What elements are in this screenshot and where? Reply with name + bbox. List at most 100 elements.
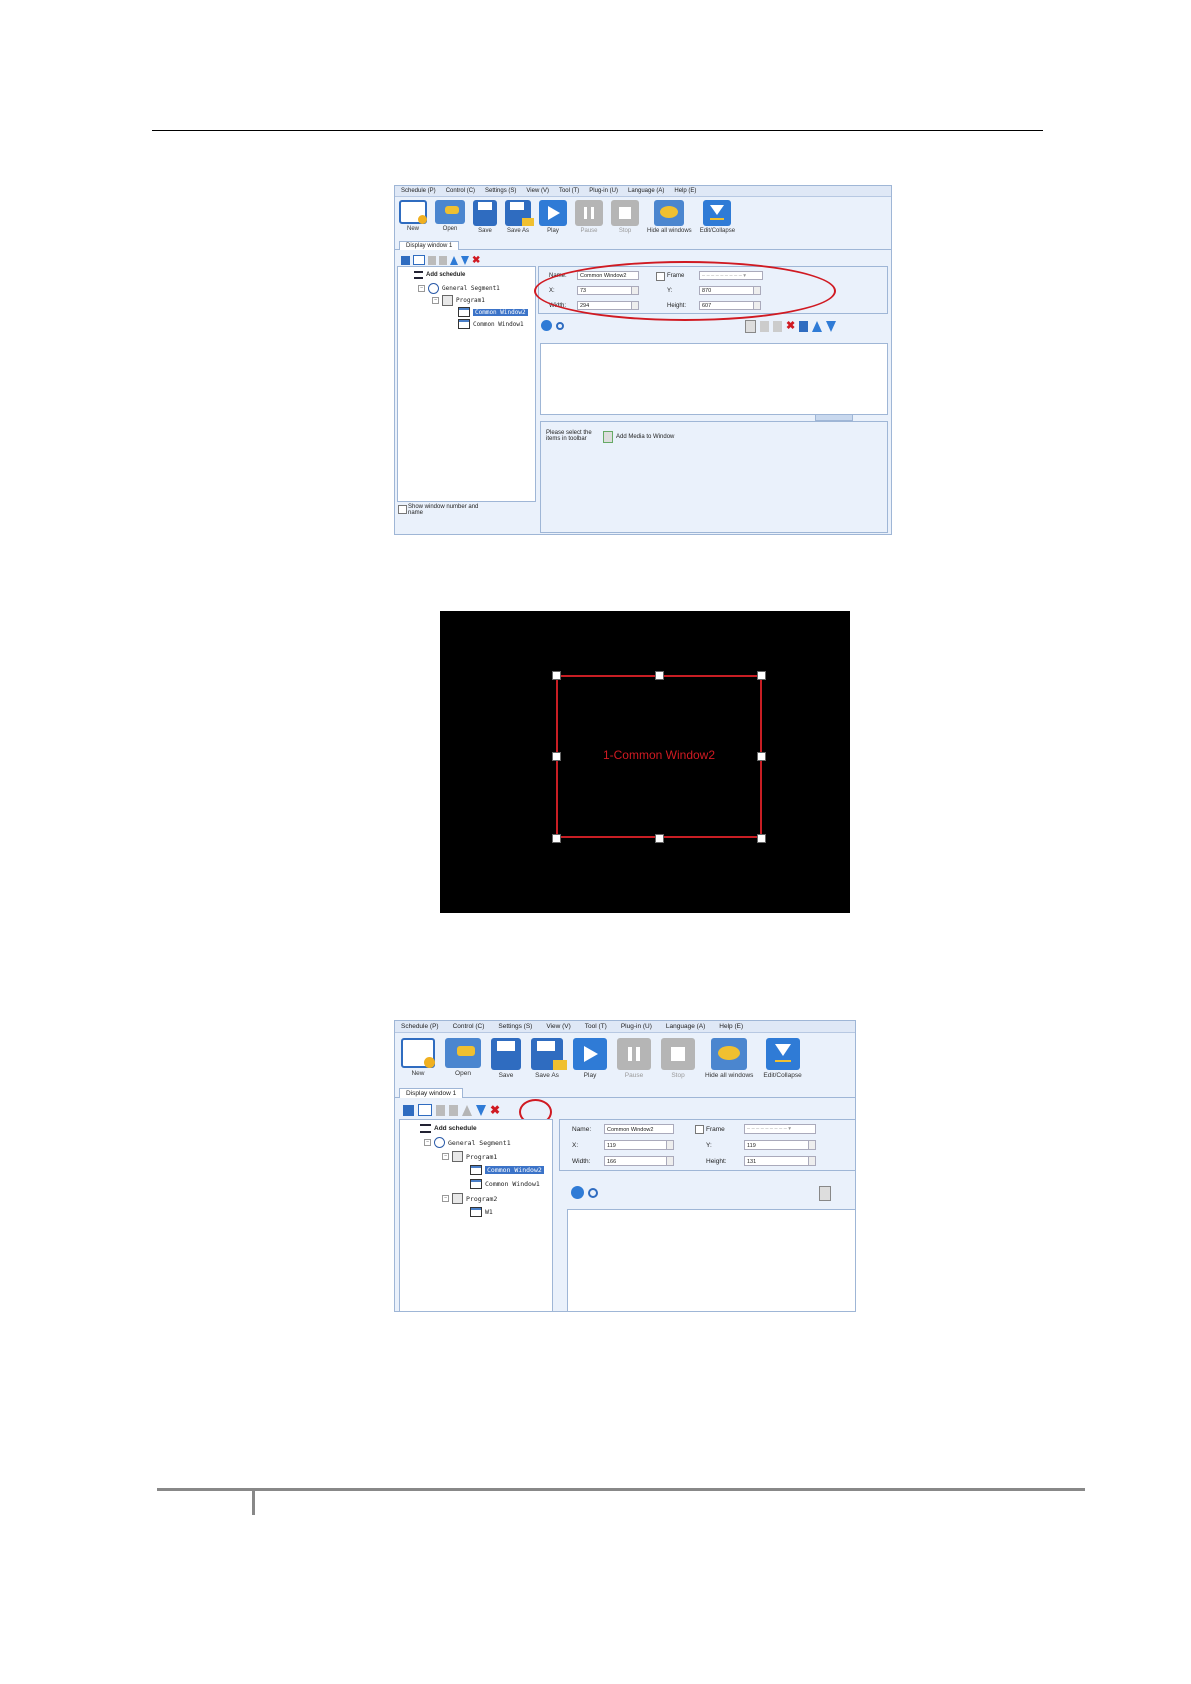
stop-button[interactable]: Stop [661, 1038, 695, 1079]
menu-language[interactable]: Language (A) [666, 1023, 705, 1030]
menu-language[interactable]: Language (A) [628, 188, 664, 194]
save-as-button[interactable]: Save As [505, 200, 534, 234]
add-window-icon[interactable] [413, 255, 425, 265]
save-button[interactable]: Save [473, 200, 497, 234]
menu-tool[interactable]: Tool (T) [585, 1023, 607, 1030]
collapse-toggle-icon[interactable]: − [432, 297, 439, 304]
hide-all-windows-button[interactable]: Hide all windows [705, 1038, 753, 1079]
delete-icon[interactable]: ✖ [472, 255, 480, 265]
search-icon[interactable] [556, 321, 564, 330]
tree-window-other[interactable]: Common Window1 [458, 319, 524, 329]
save-button[interactable]: Save [491, 1038, 521, 1079]
move-up-icon[interactable] [450, 255, 458, 265]
height-input[interactable]: 131 [744, 1156, 816, 1166]
copy-icon[interactable] [436, 1104, 445, 1116]
add-program-icon[interactable] [403, 1104, 414, 1116]
stop-button[interactable]: Stop [611, 200, 639, 234]
x-input[interactable]: 119 [604, 1140, 674, 1150]
x-spinner[interactable] [666, 1141, 673, 1149]
menu-help[interactable]: Help (E) [719, 1023, 743, 1030]
menu-schedule[interactable]: Schedule (P) [401, 1023, 439, 1030]
height-spinner[interactable] [808, 1157, 815, 1165]
new-button[interactable]: New [401, 1038, 435, 1077]
add-program-icon[interactable] [401, 255, 410, 265]
menu-schedule[interactable]: Schedule (P) [401, 188, 436, 194]
y-input[interactable]: 119 [744, 1140, 816, 1150]
resize-handle-br[interactable] [757, 834, 766, 843]
hide-all-windows-button[interactable]: Hide all windows [647, 200, 692, 234]
pause-button[interactable]: Pause [575, 200, 603, 234]
delete-icon[interactable]: ✖ [490, 1104, 500, 1116]
media-list[interactable] [540, 343, 888, 415]
play-button[interactable]: Play [539, 200, 567, 234]
open-button[interactable]: Open [435, 200, 465, 232]
name-input[interactable]: Common Window2 [604, 1124, 674, 1134]
menu-help[interactable]: Help (E) [674, 188, 696, 194]
collapse-toggle-icon[interactable]: − [442, 1153, 449, 1160]
menu-view[interactable]: View (V) [546, 1023, 570, 1030]
move-down-icon[interactable] [476, 1104, 486, 1116]
menu-plugin[interactable]: Plug-in (U) [621, 1023, 652, 1030]
edit-collapse-button[interactable]: Edit/Collapse [700, 200, 735, 234]
tree-program1[interactable]: − Program1 [442, 1151, 497, 1162]
open-button[interactable]: Open [445, 1038, 481, 1077]
move-down-media-icon[interactable] [826, 321, 837, 332]
paste-media-icon[interactable] [773, 321, 782, 332]
trash-icon[interactable] [799, 321, 809, 332]
tree-add-schedule[interactable]: Add schedule [414, 271, 465, 279]
clock-media-icon[interactable] [571, 1186, 584, 1199]
menu-view[interactable]: View (V) [526, 188, 549, 194]
add-media-window-icon[interactable] [603, 431, 613, 443]
edit-collapse-button[interactable]: Edit/Collapse [763, 1038, 802, 1079]
frame-checkbox[interactable] [695, 1125, 704, 1134]
collapse-toggle-icon[interactable]: − [442, 1195, 449, 1202]
pause-button[interactable]: Pause [617, 1038, 651, 1079]
resize-handle-tl[interactable] [552, 671, 561, 680]
tree-window-other[interactable]: Common Window1 [470, 1179, 540, 1189]
save-as-button[interactable]: Save As [531, 1038, 567, 1079]
play-button[interactable]: Play [573, 1038, 607, 1079]
splitter-handle[interactable] [815, 414, 853, 421]
tree-add-schedule[interactable]: Add schedule [420, 1124, 477, 1133]
clock-media-icon[interactable] [541, 320, 552, 331]
menu-plugin[interactable]: Plug-in (U) [589, 188, 618, 194]
add-window-icon[interactable] [418, 1104, 432, 1116]
copy-icon[interactable] [428, 255, 436, 265]
tree-window-selected[interactable]: Common Window2 [470, 1165, 544, 1175]
menu-control[interactable]: Control (C) [446, 188, 475, 194]
collapse-toggle-icon[interactable]: − [418, 285, 425, 292]
move-down-icon[interactable] [461, 255, 469, 265]
copy-media-icon[interactable] [760, 321, 769, 332]
add-media-icon[interactable] [745, 320, 756, 333]
width-spinner[interactable] [666, 1157, 673, 1165]
frame-style-select[interactable]: ‒ ‒ ‒ ‒ ‒ ‒ ‒ ‒ ‒ ▾ [744, 1124, 816, 1134]
tree-w1[interactable]: W1 [470, 1207, 493, 1217]
y-spinner[interactable] [808, 1141, 815, 1149]
paste-icon[interactable] [439, 255, 447, 265]
tree-program2[interactable]: − Program2 [442, 1193, 497, 1204]
add-media-icon[interactable] [819, 1186, 831, 1201]
delete-media-icon[interactable]: ✖ [786, 321, 795, 332]
resize-handle-bm[interactable] [655, 834, 664, 843]
media-list[interactable] [567, 1209, 855, 1311]
menu-control[interactable]: Control (C) [453, 1023, 485, 1030]
tab-display-window-1[interactable]: Display window 1 [399, 241, 460, 250]
resize-handle-tm[interactable] [655, 671, 664, 680]
tree-program1[interactable]: − Program1 [432, 295, 485, 306]
menu-settings[interactable]: Settings (S) [485, 188, 516, 194]
search-icon[interactable] [588, 1187, 598, 1198]
tree-segment[interactable]: − General Segment1 [424, 1137, 511, 1148]
menu-settings[interactable]: Settings (S) [498, 1023, 532, 1030]
tab-display-window-1[interactable]: Display window 1 [399, 1088, 464, 1098]
width-input[interactable]: 166 [604, 1156, 674, 1166]
tree-segment[interactable]: − General Segment1 [418, 283, 500, 294]
resize-handle-tr[interactable] [757, 671, 766, 680]
move-up-media-icon[interactable] [812, 321, 823, 332]
paste-icon[interactable] [449, 1104, 458, 1116]
collapse-toggle-icon[interactable]: − [424, 1139, 431, 1146]
move-up-icon[interactable] [462, 1104, 472, 1116]
tree-window-selected[interactable]: Common Window2 [458, 307, 528, 317]
new-button[interactable]: New [399, 200, 427, 232]
menu-tool[interactable]: Tool (T) [559, 188, 579, 194]
resize-handle-bl[interactable] [552, 834, 561, 843]
